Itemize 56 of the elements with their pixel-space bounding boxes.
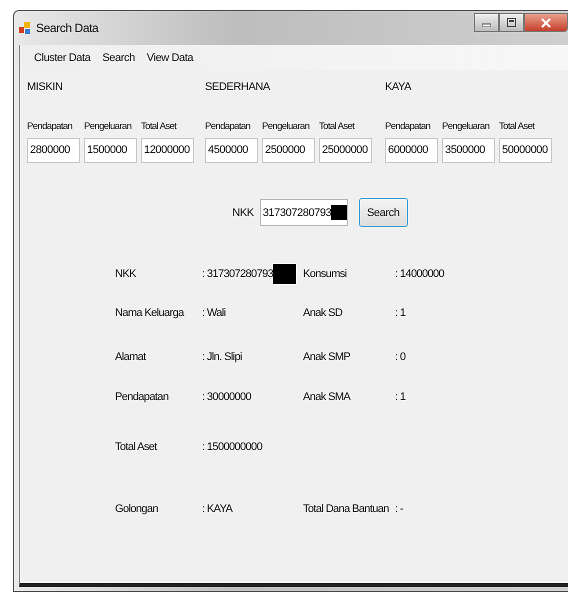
- minimize-button[interactable]: [474, 13, 499, 32]
- detail-label: Anak SMP: [303, 351, 352, 363]
- window-title: Search Data: [36, 21, 98, 35]
- detail-value: : KAYA: [202, 503, 232, 515]
- detail-value: : Jln. Slipi: [202, 351, 242, 363]
- detail-label: Golongan: [115, 503, 159, 515]
- close-icon: [541, 18, 551, 28]
- field-label: Pengeluaran: [262, 120, 310, 134]
- detail-value: : Wali: [202, 307, 226, 319]
- detail-value: : 30000000: [202, 391, 252, 403]
- detail-label: Nama Keluarga: [115, 307, 186, 319]
- maximize-icon: [507, 18, 516, 27]
- cluster-heading: MISKIN: [27, 80, 64, 95]
- detail-value: : -: [395, 503, 403, 515]
- detail-label: Pendapatan: [115, 391, 170, 403]
- input-field[interactable]: 3500000: [442, 138, 495, 163]
- menu-item[interactable]: View Data: [140, 46, 200, 68]
- field-label: Pengeluaran: [84, 120, 132, 134]
- field-label: Pendapatan: [27, 120, 72, 134]
- field-label: Total Aset: [141, 120, 176, 134]
- menu-item[interactable]: Cluster Data: [28, 46, 96, 68]
- detail-label: Total Aset: [115, 441, 158, 453]
- detail-value: : 1: [395, 391, 406, 403]
- cluster-heading: KAYA: [385, 80, 412, 95]
- detail-label: Konsumsi: [303, 268, 348, 280]
- input-field[interactable]: 12000000: [141, 138, 194, 163]
- field-label: Pengeluaran: [442, 120, 490, 134]
- app-icon: [19, 21, 32, 35]
- field-label: Total Aset: [319, 120, 354, 134]
- detail-label: Total Dana Bantuan: [303, 503, 390, 515]
- detail-value: : 0: [395, 351, 406, 363]
- input-field[interactable]: 2800000: [27, 138, 80, 163]
- detail-value: : 14000000: [395, 268, 444, 280]
- input-field[interactable]: 50000000: [499, 138, 552, 163]
- input-field[interactable]: 6000000: [385, 138, 438, 163]
- nkk-input-field[interactable]: 317307280793: [260, 199, 348, 226]
- field-label: Pendapatan: [385, 120, 430, 134]
- close-button[interactable]: [524, 13, 568, 32]
- detail-label: NKK: [115, 268, 138, 280]
- detail-value: : 317307280793: [202, 268, 274, 280]
- input-field[interactable]: 25000000: [319, 138, 372, 163]
- input-field[interactable]: 2500000: [262, 138, 315, 163]
- input-field[interactable]: 4500000: [205, 138, 258, 163]
- detail-label: Anak SD: [303, 307, 344, 319]
- field-label: Total Aset: [499, 120, 534, 134]
- maximize-button[interactable]: [499, 13, 524, 32]
- search-button[interactable]: Search: [358, 198, 408, 227]
- detail-label: Anak SMA: [303, 391, 352, 403]
- detail-value: : 1: [395, 307, 406, 319]
- detail-value: : 1500000000: [202, 441, 262, 453]
- input-field[interactable]: 1500000: [84, 138, 137, 163]
- cluster-heading: SEDERHANA: [205, 80, 271, 95]
- field-label: Pendapatan: [205, 120, 250, 134]
- detail-label: Alamat: [115, 351, 148, 363]
- nkk-label: NKK: [232, 206, 254, 218]
- menu-item[interactable]: Search: [96, 46, 141, 68]
